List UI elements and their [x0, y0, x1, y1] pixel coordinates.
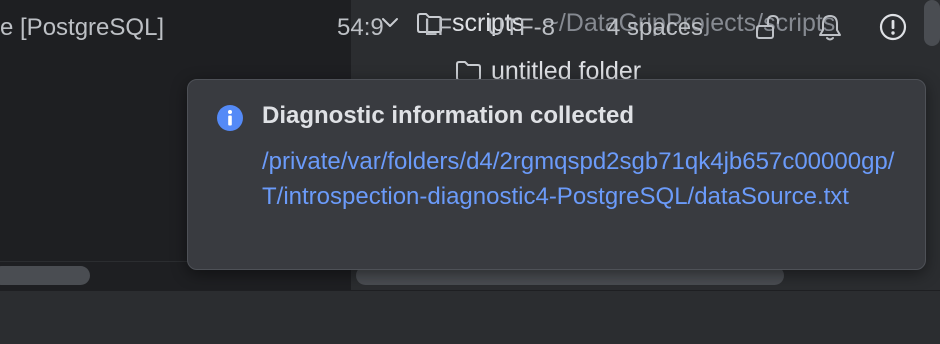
notification-title: Diagnostic information collected — [262, 102, 635, 129]
status-encoding[interactable]: UTF-8 — [487, 14, 555, 42]
status-line-separator[interactable]: LF — [424, 14, 452, 42]
editor-horizontal-scrollbar[interactable] — [0, 266, 90, 285]
status-bar — [0, 290, 940, 344]
notification-popup: Diagnostic information collected /privat… — [187, 79, 926, 270]
status-indent[interactable]: 4 spaces — [607, 14, 703, 42]
tree-vertical-scrollbar[interactable] — [924, 0, 940, 46]
bell-icon[interactable] — [816, 13, 844, 41]
exclamation-circle-icon[interactable] — [879, 13, 907, 41]
info-icon — [216, 104, 244, 132]
status-datasource[interactable]: e [PostgreSQL] — [0, 14, 164, 42]
status-cursor-position[interactable]: 54:9 — [337, 14, 384, 42]
ide-window: scripts ~/DataGripProjects/scripts untit… — [0, 0, 940, 344]
diagnostic-file-link[interactable]: /private/var/folders/d4/2rgmqspd2sgb71qk… — [262, 144, 902, 214]
lock-open-icon[interactable] — [754, 13, 782, 41]
